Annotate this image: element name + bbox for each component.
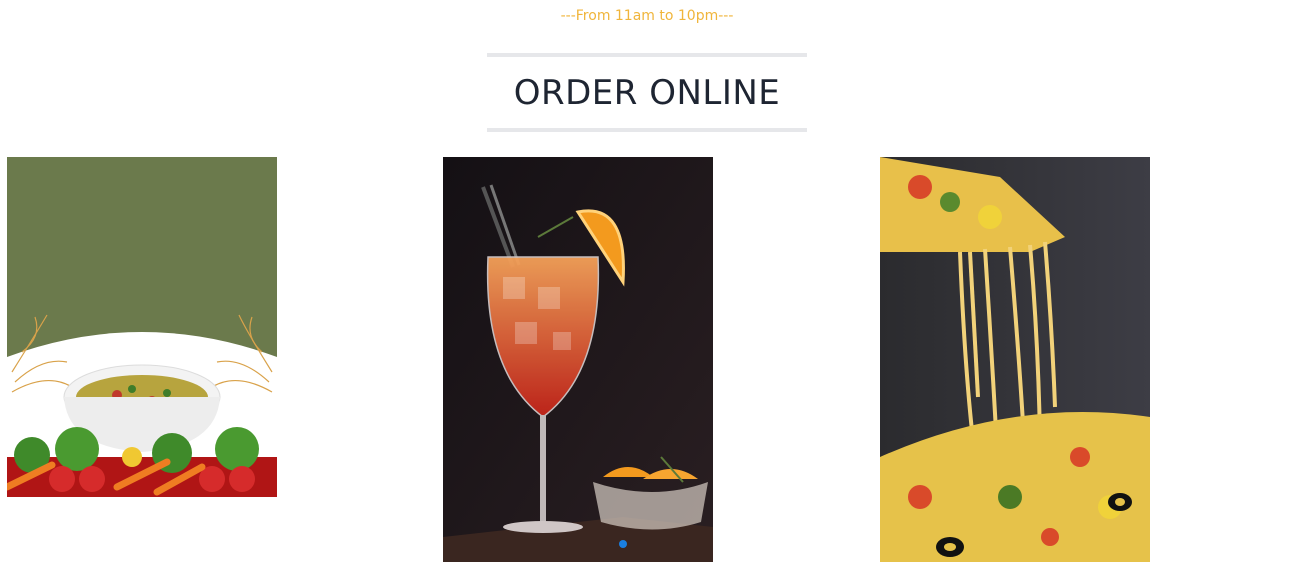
title-divider-top xyxy=(487,53,807,57)
soup-image xyxy=(7,157,277,562)
carousel-dot-active[interactable] xyxy=(619,540,627,548)
opening-hours: ---From 11am to 10pm--- xyxy=(560,8,734,24)
pizza-image xyxy=(880,157,1150,562)
pizza-card[interactable] xyxy=(880,157,1150,562)
title-divider-bottom xyxy=(487,128,807,132)
soup-card[interactable] xyxy=(7,157,277,562)
section-title: ORDER ONLINE xyxy=(513,73,781,113)
drink-card[interactable] xyxy=(443,157,713,562)
drink-image xyxy=(443,157,713,562)
